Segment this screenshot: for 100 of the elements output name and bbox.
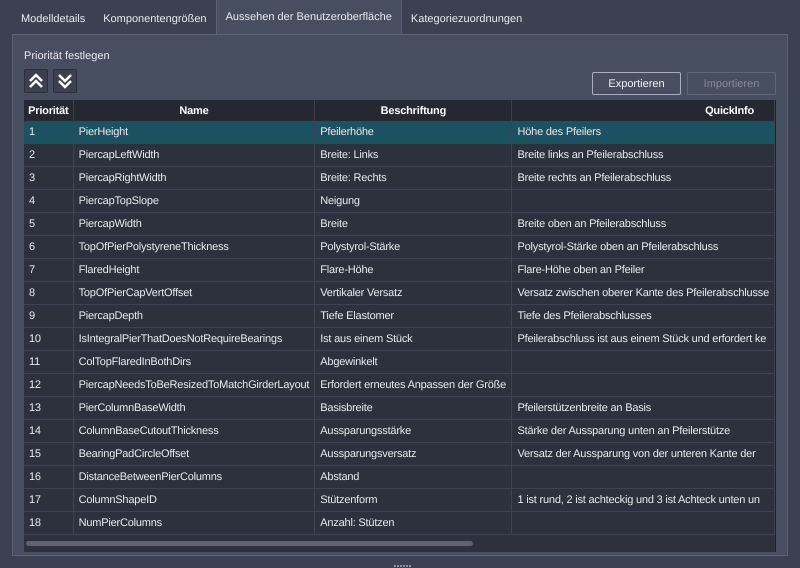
tab[interactable]: Kategoriezuordnungen xyxy=(402,4,532,34)
table-cell: Anzahl: Stützen xyxy=(320,517,394,529)
table-row[interactable]: 18 NumPierColumns Anzahl: Stützen xyxy=(24,512,774,534)
table-row[interactable]: 3 PiercapRightWidth Breite: Rechts Breite rechts an Pfeilerabschluss xyxy=(24,166,774,190)
table-cell: 13 xyxy=(29,402,41,414)
table-cell: NumPierColumns xyxy=(78,517,162,529)
table-cell: Neigung xyxy=(320,195,360,207)
table-cell: Breite links an Pfeilerabschluss xyxy=(517,149,664,161)
table-cell: Stützenform xyxy=(320,494,378,506)
table-cell: Flare-Höhe xyxy=(320,264,374,276)
table-cell: ColumnBaseCutoutThickness xyxy=(78,425,218,437)
table-cell: Breite: Links xyxy=(320,149,378,161)
table-cell: PiercapNeedsToBeResizedToMatchGirderLayout xyxy=(78,379,310,391)
table-cell: 12 xyxy=(29,379,41,391)
table-cell: Vertikaler Versatz xyxy=(320,287,402,299)
table-cell: Versatz zwischen oberer Kante des Pfeilerabschlusse xyxy=(517,287,769,299)
table-row[interactable]: 16 DistanceBetweenPierColumns Abstand xyxy=(24,466,774,488)
table-cell: Tiefe Elastomer xyxy=(320,310,394,322)
table-cell: 1 xyxy=(29,126,35,138)
table-cell: Höhe des Pfeilers xyxy=(517,126,601,138)
move-down-button[interactable] xyxy=(53,69,77,93)
table-cell: 1 ist rund, 2 ist achteckig und 3 ist Achteck unten un xyxy=(517,494,760,506)
column-header[interactable]: QuickInfo xyxy=(512,100,774,121)
table-cell: DistanceBetweenPierColumns xyxy=(78,471,222,483)
table-cell: Stärke der Aussparung unten an Pfeilerstütze xyxy=(517,425,730,437)
table-cell: FlaredHeight xyxy=(78,264,140,276)
table-row[interactable]: 8 TopOfPierCapVertOffset Vertikaler Versatz Versatz zwischen oberer Kante des Pfeilerabschlusse xyxy=(24,282,774,304)
priority-label: Priorität festlegen xyxy=(24,49,111,63)
column-header[interactable]: Name xyxy=(73,100,315,121)
table-cell: 2 xyxy=(29,149,35,161)
table-cell: Basisbreite xyxy=(320,402,372,414)
table-cell: Aussparungsstärke xyxy=(320,425,412,437)
table-row[interactable]: 7 FlaredHeight Flare-Höhe Flare-Höhe oben an Pfeiler xyxy=(24,258,774,282)
table-cell: TopOfPierPolystyreneThickness xyxy=(78,241,229,253)
table-row[interactable]: 17 ColumnShapeID Stützenform 1 ist rund, 2 ist achteckig und 3 ist Achteck unten un xyxy=(24,488,774,512)
table-cell: PiercapRightWidth xyxy=(78,172,166,184)
table-cell: 9 xyxy=(29,310,35,322)
table-row[interactable]: 5 PiercapWidth Breite Breite oben an Pfeilerabschluss xyxy=(24,212,774,236)
table-row[interactable]: 1 PierHeight Pfeilerhöhe Höhe des Pfeilers xyxy=(24,121,774,144)
double-chevron-up-icon xyxy=(28,73,44,89)
table-cell: 15 xyxy=(29,448,41,460)
table-cell: Pfeilerhöhe xyxy=(320,126,374,138)
table-row[interactable]: 9 PiercapDepth Tiefe Elastomer Tiefe des Pfeilerabschlusses xyxy=(24,304,774,328)
column-header[interactable]: Beschriftung xyxy=(314,100,512,121)
table-cell: PierColumnBaseWidth xyxy=(78,402,186,414)
table-row[interactable]: 13 PierColumnBaseWidth Basisbreite Pfeilerstützenbreite an Basis xyxy=(24,396,774,420)
table-row[interactable]: 12 PiercapNeedsToBeResizedToMatchGirderLayout Erfordert erneutes Anpassen der Größe xyxy=(24,374,774,396)
table-cell: Polystyrol-Stärke xyxy=(320,241,400,253)
table-cell: Breite xyxy=(320,218,348,230)
table-cell: Breite oben an Pfeilerabschluss xyxy=(517,218,666,230)
move-up-button[interactable] xyxy=(24,69,48,93)
table-cell: Flare-Höhe oben an Pfeiler xyxy=(517,264,644,276)
table-cell: Pfeilerabschluss ist aus einem Stück und erfordert ke xyxy=(517,333,766,345)
table-cell: PiercapWidth xyxy=(78,218,142,230)
table-cell: IsIntegralPierThatDoesNotRequireBearings xyxy=(78,333,282,345)
table-row[interactable]: 2 PiercapLeftWidth Breite: Links Breite links an Pfeilerabschluss xyxy=(24,144,774,166)
table-cell: BearingPadCircleOffset xyxy=(78,448,189,460)
table-cell: TopOfPierCapVertOffset xyxy=(78,287,192,299)
table-cell: 6 xyxy=(29,241,35,253)
tab[interactable]: Modelldetails xyxy=(12,4,94,34)
table-row[interactable]: 6 TopOfPierPolystyreneThickness Polystyrol-Stärke Polystyrol-Stärke oben an Pfeilerabschluss xyxy=(24,236,774,258)
table-cell: ColumnShapeID xyxy=(78,494,157,506)
table-cell: Aussparungsversatz xyxy=(320,448,416,460)
table-cell: Versatz der Aussparung von der unteren Kante der xyxy=(517,448,756,460)
table-cell: Abstand xyxy=(320,471,360,483)
table-cell: Breite: Rechts xyxy=(320,172,387,184)
tab[interactable]: Komponentengrößen xyxy=(94,4,216,34)
table-cell: 4 xyxy=(29,195,35,207)
table-cell: Pfeilerstützenbreite an Basis xyxy=(517,402,652,414)
tab[interactable]: Aussehen der Benutzeroberfläche xyxy=(216,0,402,34)
dialog-button[interactable]: Exportieren xyxy=(592,72,681,95)
scrollbar-thumb[interactable] xyxy=(26,541,473,546)
table-cell: 11 xyxy=(29,356,40,368)
table-cell: 17 xyxy=(29,494,41,506)
table-cell: 3 xyxy=(29,172,35,184)
table-cell: 16 xyxy=(29,471,41,483)
double-chevron-down-icon xyxy=(57,73,73,89)
table-cell: Tiefe des Pfeilerabschlusses xyxy=(517,310,652,322)
table-cell: 18 xyxy=(29,517,41,529)
table-cell: 8 xyxy=(29,287,35,299)
table-row[interactable]: 11 ColTopFlaredInBothDirs Abgewinkelt xyxy=(24,350,774,374)
table-row[interactable]: 15 BearingPadCircleOffset Aussparungsversatz Versatz der Aussparung von der unteren Kante der xyxy=(24,442,774,466)
table-cell: 5 xyxy=(29,218,35,230)
table-cell: 7 xyxy=(29,264,35,276)
table-cell: 14 xyxy=(29,425,41,437)
table-cell: Polystyrol-Stärke oben an Pfeilerabschluss xyxy=(517,241,718,253)
table-row[interactable]: 14 ColumnBaseCutoutThickness Aussparungsstärke Stärke der Aussparung unten an Pfeilerstütze xyxy=(24,420,774,442)
table-cell: PiercapLeftWidth xyxy=(78,149,160,161)
table-cell: PiercapTopSlope xyxy=(78,195,159,207)
table-cell: Erfordert erneutes Anpassen der Größe xyxy=(320,379,506,391)
table-cell: Ist aus einem Stück xyxy=(320,333,412,345)
column-header[interactable]: Priorität xyxy=(24,100,74,121)
table-row[interactable]: 10 IsIntegralPierThatDoesNotRequireBearings Ist aus einem Stück Pfeilerabschluss ist aus einem Stück und erfordert ke xyxy=(24,328,774,350)
table-cell: 10 xyxy=(29,333,41,345)
table-cell: Abgewinkelt xyxy=(320,356,378,368)
table-cell: Breite rechts an Pfeilerabschluss xyxy=(517,172,672,184)
table-cell: PierHeight xyxy=(78,126,128,138)
table-row[interactable]: 4 PiercapTopSlope Neigung xyxy=(24,190,774,212)
table-cell: ColTopFlaredInBothDirs xyxy=(78,356,191,368)
table-cell: PiercapDepth xyxy=(78,310,143,322)
